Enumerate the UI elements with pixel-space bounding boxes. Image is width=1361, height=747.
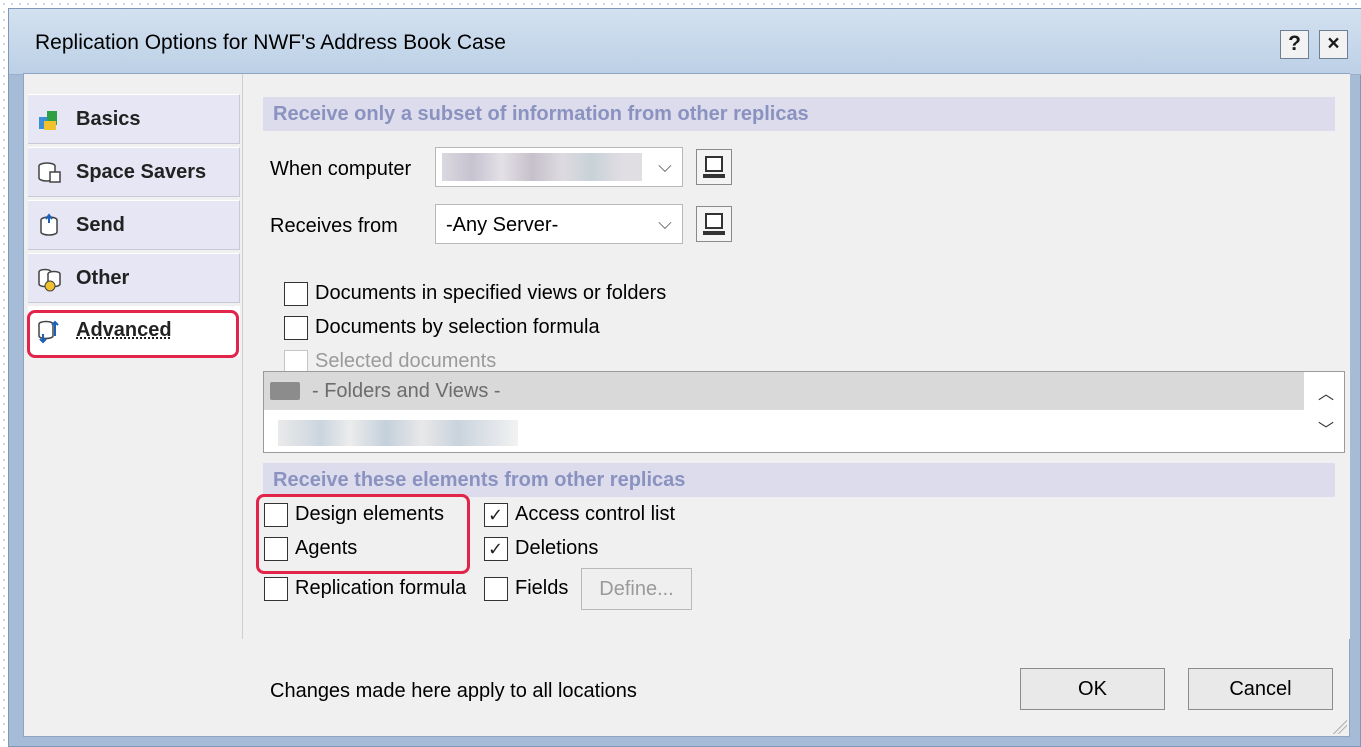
when-computer-select[interactable]: ⌵: [435, 147, 683, 187]
folders-views-list[interactable]: - Folders and Views - ︿ ﹀: [263, 371, 1345, 453]
tab-basics[interactable]: Basics: [28, 94, 240, 144]
tab-label: Send: [76, 214, 125, 236]
checkmark-icon: ✓: [488, 505, 504, 525]
footer-note: Changes made here apply to all locations: [270, 680, 637, 702]
folder-icon: [270, 382, 300, 400]
checkmark-icon: ✓: [488, 539, 504, 559]
receives-from-picker-button[interactable]: [696, 206, 732, 242]
fields-checkbox[interactable]: [484, 577, 508, 601]
replication-formula-checkbox[interactable]: [264, 577, 288, 601]
replication-options-dialog: Replication Options for NWF's Address Bo…: [8, 8, 1361, 747]
tab-label: Other: [76, 267, 130, 289]
blurred-list-item: [278, 420, 518, 446]
cancel-button[interactable]: Cancel: [1188, 668, 1333, 710]
other-icon: [38, 268, 61, 292]
scroll-down-icon[interactable]: ﹀: [1314, 416, 1338, 440]
tab-label: Space Savers: [76, 161, 207, 183]
advanced-panel: Receive only a subset of information fro…: [251, 74, 1350, 639]
scroll-up-icon[interactable]: ︿: [1314, 380, 1338, 404]
tab-other[interactable]: Other: [28, 253, 240, 303]
tab-send[interactable]: Send: [28, 200, 240, 250]
computer-icon: [705, 156, 723, 172]
deletions-label: Deletions: [515, 537, 599, 559]
tab-strip: Basics Space Savers Send Other Advanced: [24, 74, 243, 639]
close-button[interactable]: ×: [1319, 30, 1348, 59]
tab-label: Basics: [76, 108, 141, 130]
documents-by-formula-checkbox[interactable]: [284, 316, 308, 340]
highlight-box-advanced: [27, 310, 239, 358]
when-computer-label: When computer: [270, 158, 412, 180]
folders-views-header: - Folders and Views -: [312, 380, 501, 402]
selected-documents-label: Selected documents: [315, 350, 497, 372]
documents-in-views-label: Documents in specified views or folders: [315, 282, 667, 304]
when-computer-picker-button[interactable]: [696, 149, 732, 185]
chevron-down-icon: ⌵: [658, 156, 672, 176]
access-control-list-label: Access control list: [515, 503, 676, 525]
basics-icon: [39, 111, 57, 130]
fields-label: Fields: [515, 577, 569, 599]
resize-grip-icon[interactable]: [1331, 718, 1347, 734]
define-button[interactable]: Define...: [581, 568, 692, 610]
space-savers-icon: [38, 162, 61, 183]
documents-in-views-checkbox[interactable]: [284, 282, 308, 306]
window-title: Replication Options for NWF's Address Bo…: [35, 31, 506, 54]
dialog-client-area: Basics Space Savers Send Other Advanced …: [23, 73, 1350, 737]
elements-section-header: Receive these elements from other replic…: [263, 463, 1335, 497]
computer-icon: [705, 213, 723, 229]
tab-space-savers[interactable]: Space Savers: [28, 147, 240, 197]
chevron-down-icon: ⌵: [658, 213, 672, 233]
receives-from-select[interactable]: -Any Server- ⌵: [435, 204, 683, 244]
list-item[interactable]: - Folders and Views -: [264, 372, 1304, 410]
title-bar: Replication Options for NWF's Address Bo…: [9, 9, 1361, 75]
help-button[interactable]: ?: [1280, 30, 1309, 59]
access-control-list-checkbox[interactable]: ✓: [484, 503, 508, 527]
send-icon: [40, 213, 58, 236]
receives-from-value: -Any Server-: [446, 214, 559, 236]
highlight-box-design-agents: [256, 494, 470, 574]
ok-button[interactable]: OK: [1020, 668, 1165, 710]
deletions-checkbox[interactable]: ✓: [484, 537, 508, 561]
replication-formula-label: Replication formula: [295, 577, 467, 599]
receives-from-label: Receives from: [270, 215, 398, 237]
documents-by-formula-label: Documents by selection formula: [315, 316, 600, 338]
subset-section-header: Receive only a subset of information fro…: [263, 97, 1335, 131]
blurred-value: [442, 153, 642, 181]
